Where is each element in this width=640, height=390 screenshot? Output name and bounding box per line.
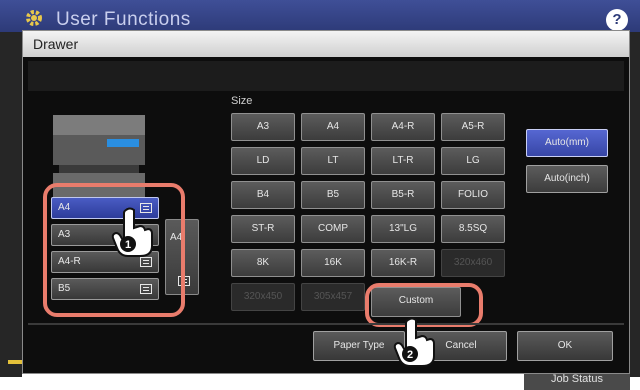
size-button-8k[interactable]: 8K xyxy=(231,249,295,277)
size-section-label: Size xyxy=(231,95,253,107)
app-title: User Functions xyxy=(56,9,191,30)
auto-mm-button[interactable]: Auto(mm) xyxy=(526,129,608,157)
size-button-13-lg[interactable]: 13"LG xyxy=(371,215,435,243)
size-button-a3[interactable]: A3 xyxy=(231,113,295,141)
size-button-a4[interactable]: A4 xyxy=(301,113,365,141)
drawer-dialog: Drawer A4 A3 A4-R B5 A4 Size A3 A4 A4-R A5-… xyxy=(22,30,630,374)
pointing-hand-icon-1: 1 xyxy=(111,207,153,257)
size-button-st-r[interactable]: ST-R xyxy=(231,215,295,243)
printer-scanner xyxy=(53,115,145,135)
auto-inch-button[interactable]: Auto(inch) xyxy=(526,165,608,193)
size-button-b4[interactable]: B4 xyxy=(231,181,295,209)
size-button-16k-r[interactable]: 16K-R xyxy=(371,249,435,277)
dialog-titlebar: Drawer xyxy=(23,31,629,57)
callout-number-2: 2 xyxy=(407,349,413,361)
pointing-hand-icon-2: 2 xyxy=(393,317,435,367)
size-button-320x450: 320x450 xyxy=(231,283,295,311)
size-button-ld[interactable]: LD xyxy=(231,147,295,175)
size-button-8-5sq[interactable]: 8.5SQ xyxy=(441,215,505,243)
app-header: User Functions ? xyxy=(0,0,640,32)
background-panel-left xyxy=(0,32,22,377)
background-indicator xyxy=(8,360,22,364)
size-button-a4-r[interactable]: A4-R xyxy=(371,113,435,141)
size-button-16k[interactable]: 16K xyxy=(301,249,365,277)
size-button-comp[interactable]: COMP xyxy=(301,215,365,243)
ok-button[interactable]: OK xyxy=(517,331,613,361)
size-button-lt[interactable]: LT xyxy=(301,147,365,175)
printer-output-tray xyxy=(59,165,139,173)
dialog-title: Drawer xyxy=(33,36,79,52)
size-button-b5-r[interactable]: B5-R xyxy=(371,181,435,209)
size-button-b5[interactable]: B5 xyxy=(301,181,365,209)
size-button-305x457: 305x457 xyxy=(301,283,365,311)
printer-control-panel xyxy=(107,139,139,147)
size-button-lg[interactable]: LG xyxy=(441,147,505,175)
size-button-folio[interactable]: FOLIO xyxy=(441,181,505,209)
callout-number-1: 1 xyxy=(125,239,131,251)
size-button-320x460: 320x460 xyxy=(441,249,505,277)
message-bar xyxy=(28,61,624,91)
help-button[interactable]: ? xyxy=(606,9,628,31)
gear-icon xyxy=(26,10,42,26)
divider xyxy=(28,323,624,325)
size-button-a5-r[interactable]: A5-R xyxy=(441,113,505,141)
size-button-lt-r[interactable]: LT-R xyxy=(371,147,435,175)
background-panel-right xyxy=(630,32,640,377)
